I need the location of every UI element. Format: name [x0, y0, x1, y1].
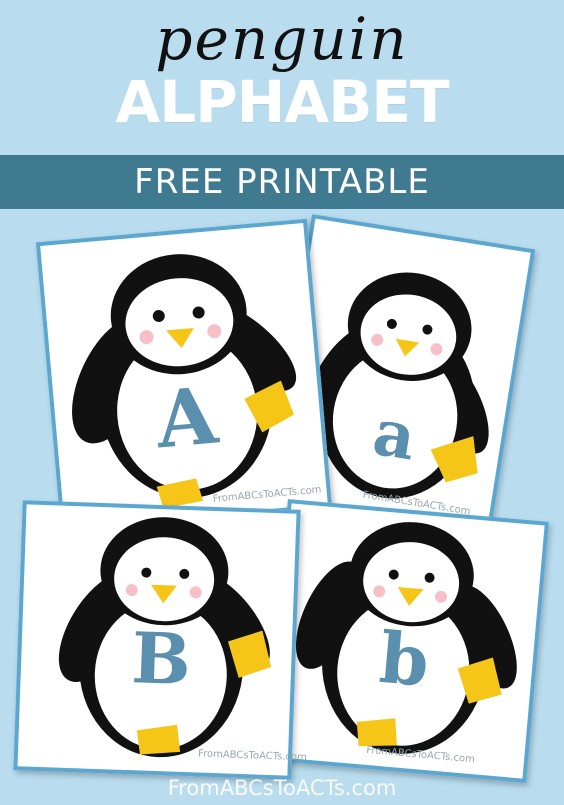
card-uppercase-b: B FromABCsToACTs.com — [13, 500, 307, 780]
card-letter: A — [152, 370, 221, 467]
title-main: ALPHABET MATCHING — [113, 68, 453, 216]
footer-watermark: FromABCsToACTs.com — [167, 776, 397, 800]
card-letter: b — [376, 615, 433, 703]
card-letter: B — [130, 616, 193, 702]
banner-text: FREE PRINTABLE — [134, 162, 430, 202]
banner: FREE PRINTABLE — [0, 155, 564, 209]
card-uppercase-a: A FromABCsToACTs.com — [35, 218, 333, 532]
card-letter: a — [368, 394, 421, 476]
card-lowercase-b: b FromABCsToACTs.com — [265, 499, 549, 783]
